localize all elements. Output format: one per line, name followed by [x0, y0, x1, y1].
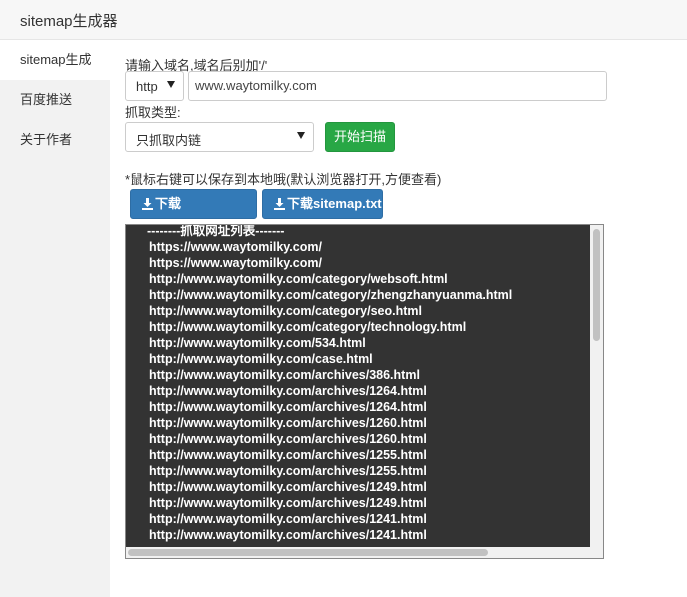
domain-input[interactable]: www.waytomilky.com [188, 71, 607, 101]
window-title: sitemap生成器 [20, 13, 118, 30]
url-list-item: http://www.waytomilky.com/archives/1255.… [149, 448, 427, 462]
save-hint: *鼠标右键可以保存到本地哦(默认浏览器打开,方便查看) [125, 172, 442, 187]
crawl-type-label: 抓取类型: [125, 105, 181, 120]
url-list-item: http://www.waytomilky.com/category/webso… [149, 272, 448, 286]
sidebar: sitemap生成 百度推送 关于作者 [0, 40, 110, 597]
download-txt-button[interactable]: 下载sitemap.txt [262, 189, 383, 219]
crawl-type-select[interactable]: 只抓取内链 [125, 122, 314, 152]
url-list-item: https://www.waytomilky.com/ [149, 256, 322, 270]
url-list-item: http://www.waytomilky.com/archives/1264.… [149, 384, 427, 398]
url-list-item: http://www.waytomilky.com/archives/1255.… [149, 464, 427, 478]
crawl-type-select-value: 只抓取内链 [136, 133, 202, 148]
url-list-item: http://www.waytomilky.com/archives/1264.… [149, 400, 427, 414]
download-icon [274, 198, 285, 210]
url-list-item: http://www.waytomilky.com/category/zheng… [149, 288, 513, 302]
horizontal-scroll-thumb[interactable] [128, 549, 488, 556]
url-list-item: http://www.waytomilky.com/archives/1241.… [149, 528, 427, 542]
title-bar: sitemap生成器 [0, 0, 687, 40]
url-list-item: http://www.waytomilky.com/archives/386.h… [149, 368, 420, 382]
url-list-textarea[interactable]: --------抓取网址列表------- https://www.waytom… [125, 224, 604, 559]
url-list-item: http://www.waytomilky.com/archives/1260.… [149, 432, 427, 446]
download-xml-button[interactable]: 下载sitemap.xml [130, 189, 257, 239]
url-list-item: http://www.waytomilky.com/archives/1241.… [149, 512, 427, 526]
vertical-scroll-thumb[interactable] [593, 229, 600, 341]
download-icon [142, 198, 153, 210]
url-list-item: http://www.waytomilky.com/archives/1249.… [149, 480, 427, 494]
chevron-down-icon [297, 132, 305, 139]
url-list-item: http://www.waytomilky.com/case.html [149, 352, 373, 366]
url-list-item: http://www.waytomilky.com/category/seo.h… [149, 304, 422, 318]
start-scan-button[interactable]: 开始扫描 [325, 122, 395, 152]
url-list: --------抓取网址列表------- https://www.waytom… [126, 224, 591, 543]
url-list-item: http://www.waytomilky.com/archives/1249.… [149, 496, 427, 510]
download-txt-label: 下载sitemap.txt [287, 196, 382, 211]
sidebar-item-baidu-push[interactable]: 百度推送 [0, 80, 110, 120]
sidebar-item-about-author[interactable]: 关于作者 [0, 120, 110, 160]
sidebar-item-sitemap[interactable]: sitemap生成 [0, 40, 110, 80]
horizontal-scrollbar[interactable] [126, 547, 591, 558]
url-list-item: http://www.waytomilky.com/category/techn… [149, 320, 467, 334]
main-panel: 请输入域名,域名后别加'/' http www.waytomilky.com 抓… [110, 40, 687, 597]
url-list-item: http://www.waytomilky.com/534.html [149, 336, 366, 350]
vertical-scrollbar[interactable] [590, 225, 603, 558]
url-list-item: https://www.waytomilky.com/ [149, 240, 322, 254]
protocol-select[interactable]: http [125, 71, 184, 101]
url-list-item: http://www.waytomilky.com/archives/1260.… [149, 416, 427, 430]
protocol-select-value: http [136, 79, 158, 94]
chevron-down-icon [167, 81, 175, 88]
url-list-header: --------抓取网址列表------- [147, 224, 285, 238]
